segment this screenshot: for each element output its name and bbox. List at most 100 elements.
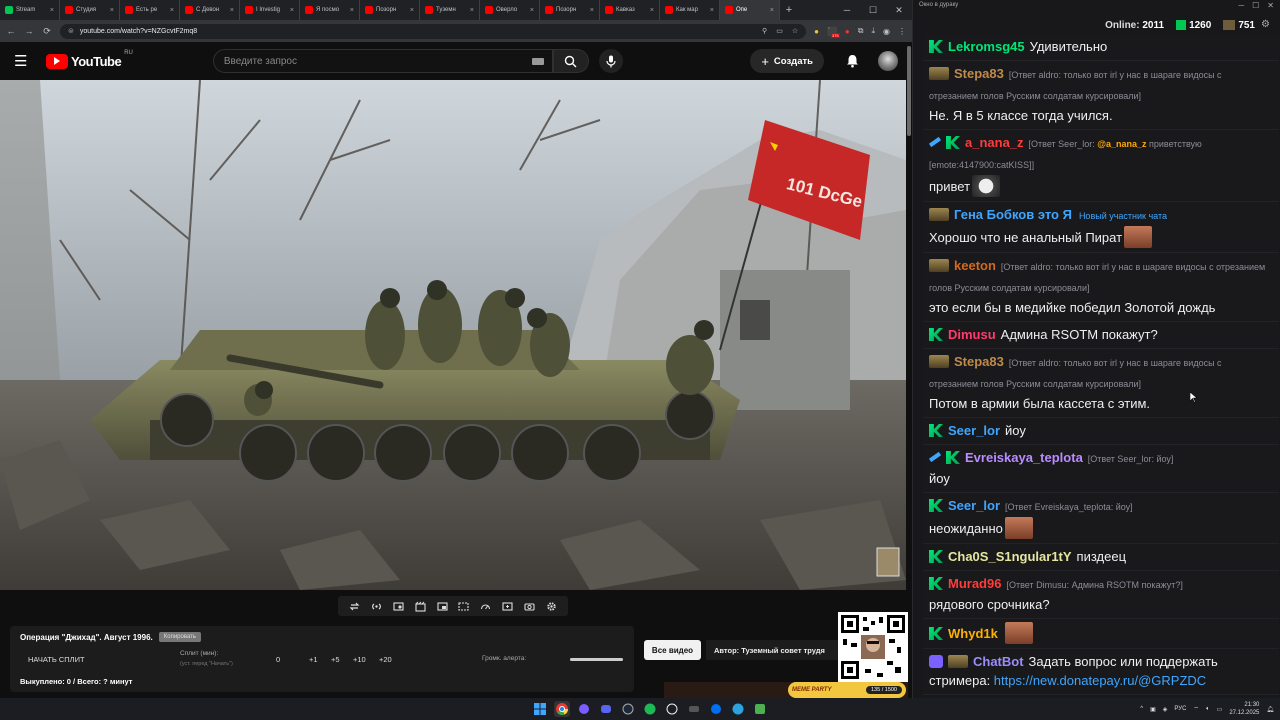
chat-username[interactable]: Stepa83 [954,354,1004,369]
split-value-plus1[interactable]: +1 [309,655,318,664]
picture-in-picture-icon[interactable] [436,600,448,612]
search-input[interactable]: Введите запрос [212,49,553,73]
screenshot-icon[interactable] [523,600,535,612]
youtube-logo[interactable]: YouTube RU [46,50,133,69]
zoom-icon[interactable]: ⚲ [762,27,767,35]
browser-tab[interactable]: Позорн × [540,0,600,20]
voice-search-button[interactable] [598,49,623,73]
browser-tab[interactable]: Я посмо × [300,0,360,20]
tab-close-icon[interactable]: × [170,7,174,14]
tab-close-icon[interactable]: × [290,7,294,14]
maximize-icon[interactable]: ☐ [860,0,886,20]
chat-username[interactable]: a_nana_z [965,135,1024,150]
chat-username[interactable]: Гена Бобков это Я [954,207,1072,222]
browser-tab[interactable]: Как мар × [660,0,720,20]
tab-close-icon[interactable]: × [410,7,414,14]
back-icon[interactable]: ← [6,26,16,36]
notifications-tray-icon[interactable]: 🔔︎ [1266,706,1274,713]
tab-close-icon[interactable]: × [530,7,534,14]
all-videos-button[interactable]: Все видео [644,640,701,660]
chat-username[interactable]: Whyd1k [948,626,998,641]
add-clip-icon[interactable] [501,600,513,612]
tab-close-icon[interactable]: × [50,7,54,14]
split-value-plus20[interactable]: +20 [379,655,392,664]
cast-icon[interactable]: ▭ [776,27,783,35]
chat-username[interactable]: keeton [954,258,996,273]
search-button[interactable] [552,49,589,73]
clapper-icon[interactable] [414,600,426,612]
app-icon-10[interactable] [752,701,768,717]
browser-tab[interactable]: Stream × [0,0,60,20]
telegram-icon[interactable] [730,701,746,717]
theater-icon[interactable] [458,600,470,612]
chat-username[interactable]: ChatBot [973,654,1024,669]
minimize-icon[interactable]: ─ [834,0,860,20]
create-button[interactable]: + Создать [750,49,824,73]
minimize-icon[interactable]: ─ [1238,1,1244,10]
app-icon-7[interactable] [686,701,702,717]
audio-icon[interactable] [371,600,383,612]
windows-start-icon[interactable] [532,701,548,717]
split-value-plus10[interactable]: +10 [353,655,366,664]
chat-username[interactable]: Murad96 [948,576,1001,591]
url-field[interactable]: ⊜ youtube.com/watch?v=NZGcvtF2mq8 ⚲ ▭ ☆ [60,23,807,39]
chat-username[interactable]: Cha0S_S1ngular1tY [948,549,1072,564]
start-split-button[interactable]: НАЧАТЬ СПЛИТ [28,655,85,664]
scrollbar-thumb[interactable] [907,46,911,136]
tab-close-icon[interactable]: × [110,7,114,14]
tab-close-icon[interactable]: × [350,7,354,14]
tab-close-icon[interactable]: × [230,7,234,14]
close-icon[interactable]: ✕ [886,0,912,20]
battery-icon[interactable]: ▭ [1217,706,1223,713]
browser-tab[interactable]: Кавказ × [600,0,660,20]
bookmark-star-icon[interactable]: ☆ [792,27,798,35]
tab-close-icon[interactable]: × [470,7,474,14]
reply-context[interactable]: [Ответ Evreiskaya_teplota: йоу] [1005,502,1133,512]
keyboard-icon[interactable] [531,57,544,65]
alert-volume-slider[interactable] [570,658,623,661]
browser-tab[interactable]: Туземн × [420,0,480,20]
author-button[interactable]: Автор: Туземный совет трудя [706,640,838,660]
maximize-icon[interactable]: ☐ [1252,1,1259,10]
menu-icon[interactable]: ☰ [14,52,34,70]
chat-settings-icon[interactable]: ⚙ [1261,19,1270,30]
tray-language[interactable]: РУС [1174,706,1186,712]
tab-close-icon[interactable]: × [590,7,594,14]
gauge-icon[interactable] [480,600,492,612]
tab-close-icon[interactable]: × [650,7,654,14]
browser-tab[interactable]: Оверло × [480,0,540,20]
gear-icon[interactable] [545,600,557,612]
notifications-button[interactable] [842,54,862,68]
tray-chevron-icon[interactable]: ^ [1140,706,1143,712]
reply-context[interactable]: [Ответ Dimusu: Админа RSOTM покажут?] [1006,580,1182,590]
obs-icon[interactable] [664,701,680,717]
chrome-icon[interactable] [554,701,570,717]
browser-tab[interactable]: I Investig × [240,0,300,20]
tray-app-icon-2[interactable]: ◈ [1163,706,1168,713]
steam-icon[interactable] [620,701,636,717]
profile-icon[interactable]: ◉ [883,27,890,36]
site-info-icon[interactable]: ⊜ [68,27,74,35]
new-tab-button[interactable]: + [780,0,798,20]
tab-close-icon[interactable]: × [710,7,714,14]
donate-link[interactable]: https://new.donatepay.ru/@GRPZDC [994,673,1206,688]
extension-red-icon[interactable]: ● [845,27,850,36]
extension-badge-icon[interactable]: ⬛ 375 [827,27,840,38]
speed-icon[interactable] [392,600,404,612]
browser-tab[interactable]: Позорн × [360,0,420,20]
spotify-icon[interactable] [642,701,658,717]
copy-button[interactable]: Копировать [158,632,202,642]
reload-icon[interactable]: ⟳ [42,26,52,37]
chat-username[interactable]: Evreiskaya_teplota [965,450,1083,465]
browser-tab[interactable]: Есть ре × [120,0,180,20]
extensions-puzzle-icon[interactable]: ⧉ [858,26,864,36]
close-icon[interactable]: ✕ [1267,1,1274,10]
chat-username[interactable]: Stepa83 [954,66,1004,81]
video-player[interactable]: 101 DcGe [0,80,906,590]
loop-icon[interactable] [349,600,361,612]
chat-username[interactable]: Dimusu [948,327,996,342]
reply-context[interactable]: [Ответ Seer_lor: йоу] [1088,454,1174,464]
downloads-icon[interactable]: ⤓ [871,26,875,36]
extension-dot-icon[interactable]: ● [814,27,819,36]
tab-close-icon[interactable]: × [770,7,774,14]
